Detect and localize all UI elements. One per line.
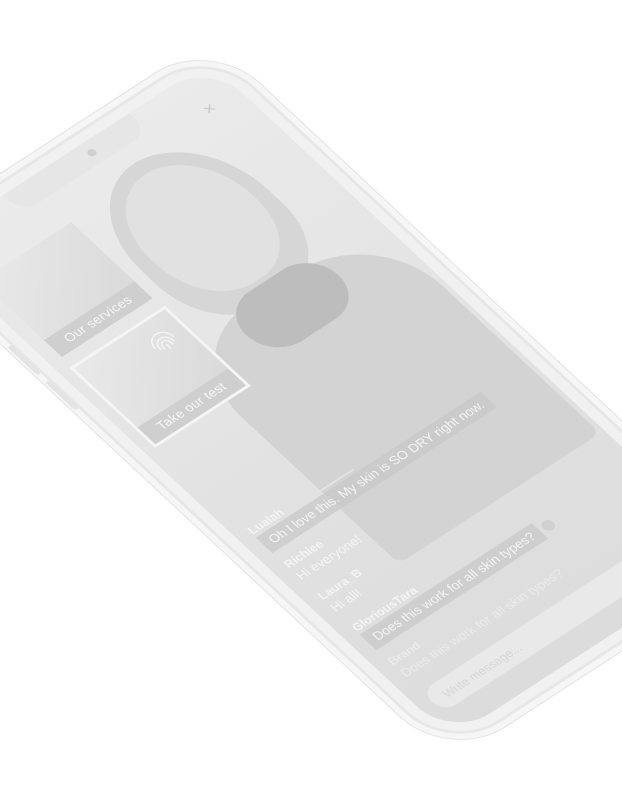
phone-screen: × Our services Take our test Lualah Oh I… (0, 61, 622, 739)
camera-icon (85, 147, 99, 158)
phone-mockup: × Our services Take our test Lualah Oh I… (0, 48, 622, 752)
emoji-icon (539, 517, 559, 533)
page: × Our services Take our test Lualah Oh I… (0, 0, 622, 803)
